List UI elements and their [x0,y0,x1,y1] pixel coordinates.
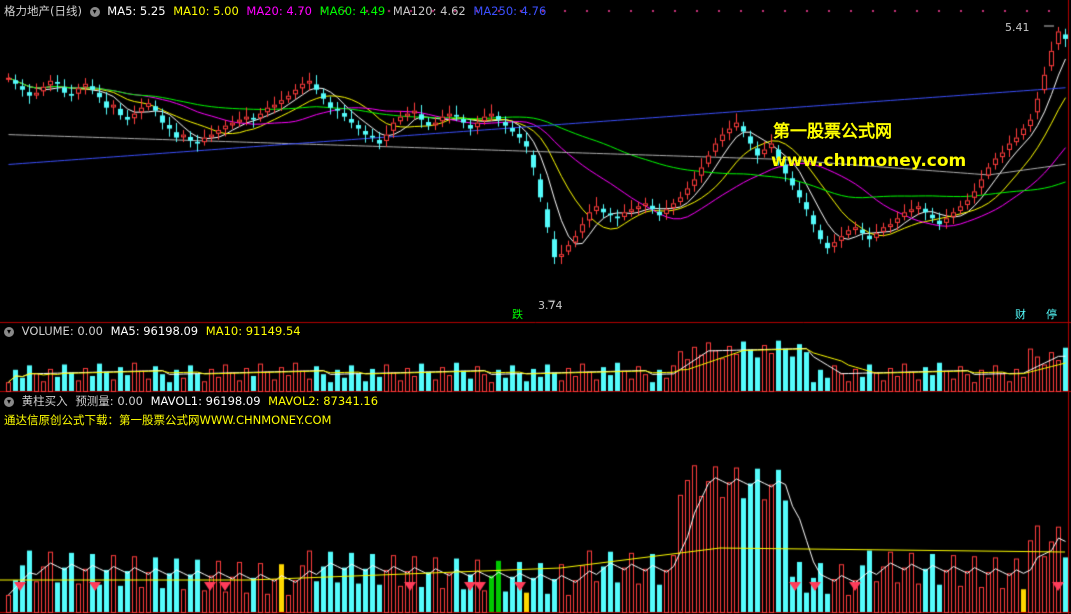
ma10-label: MA10: 5.00 [173,4,239,18]
vol-ma10-label: MA10: 91149.54 [205,324,301,338]
low-price-label: 3.74 [538,299,563,312]
watermark-url: www.chnmoney.com [771,151,967,171]
stop-tag: 停 [1046,308,1057,321]
watermark-title: 第一股票公式网 [773,122,892,142]
collapse-icon[interactable]: ▾ [4,396,14,407]
ma20-label: MA20: 4.70 [246,4,312,18]
indicator-title: 黄柱买入 [21,394,68,408]
stock-chart-canvas[interactable] [0,0,1071,614]
forecast-label: 预测量: 0.00 [75,394,143,408]
collapse-icon[interactable]: ▾ [4,326,14,337]
stock-title[interactable]: 格力地产(日线) [4,4,82,18]
ma60-label: MA60: 4.49 [319,4,386,18]
formula-note: 通达信原创公式下载：第一股票公式网WWW.CHNMONEY.COM [4,413,332,427]
high-price-label: 5.41 [1005,21,1030,34]
ma5-label: MA5: 5.25 [107,4,166,18]
finance-tag: 财 [1015,308,1026,321]
volume-header: ▾ VOLUME: 0.00 MA5: 96198.09 MA10: 91149… [4,324,305,338]
main-header: 格力地产(日线) ▾ MA5: 5.25 MA10: 5.00 MA20: 4.… [4,3,550,19]
ma250-label: MA250: 4.76 [473,4,547,18]
mavol2-label: MAVOL2: 87341.16 [268,394,379,408]
ma120-label: MA120: 4.62 [392,4,466,18]
vol-ma5-label: MA5: 96198.09 [110,324,199,338]
low-tag: 跌 [512,308,523,321]
volume-title: VOLUME: 0.00 [21,324,103,338]
mavol1-label: MAVOL1: 96198.09 [150,394,261,408]
collapse-icon[interactable]: ▾ [89,6,100,17]
indicator-header: ▾ 黄柱买入 预测量: 0.00 MAVOL1: 96198.09 MAVOL2… [4,393,382,409]
